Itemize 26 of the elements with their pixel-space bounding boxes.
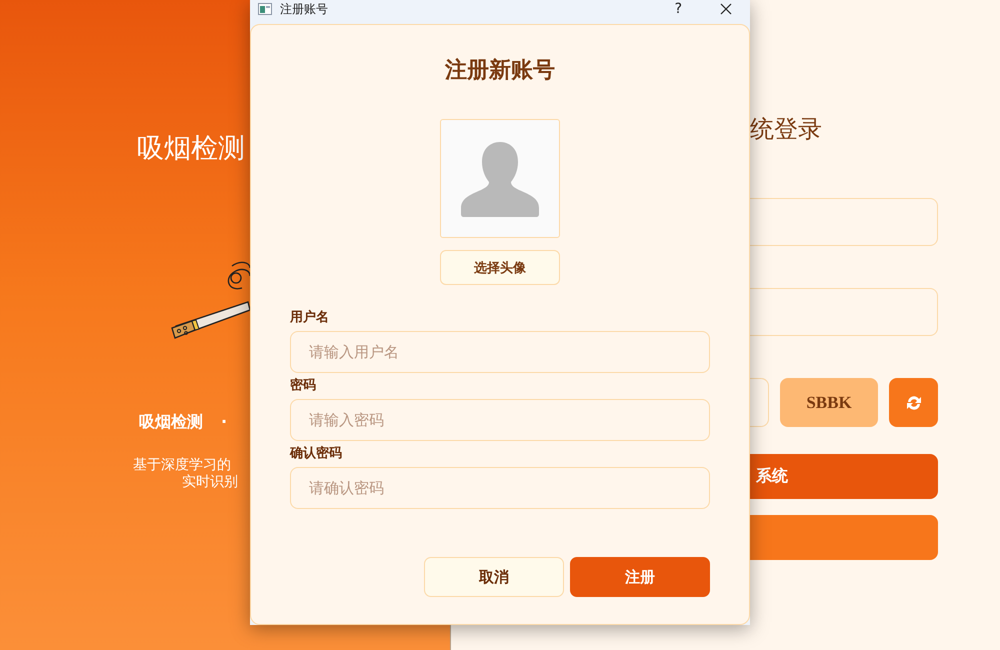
refresh-button[interactable] (889, 378, 938, 427)
input-field[interactable]: 请输入密码 (290, 399, 710, 441)
refresh-icon (904, 394, 922, 412)
register-button[interactable] (750, 515, 938, 560)
dialog-heading: 注册新账号 (445, 56, 555, 84)
register-button[interactable]: 注册 (570, 557, 710, 597)
app-icon (258, 3, 272, 15)
tagline-text: 吸烟检测 (139, 412, 203, 433)
choose-avatar-button[interactable]: 选择头像 (440, 250, 560, 285)
close-icon[interactable] (720, 3, 732, 15)
cancel-button[interactable]: 取消 (424, 557, 564, 597)
user-silhouette-icon (461, 140, 539, 218)
login-title: 统登录 (750, 116, 823, 145)
login-button[interactable]: 系统 (750, 454, 938, 499)
field-label: 密码 (290, 377, 317, 395)
description-text: 基于深度学习的 (133, 457, 232, 474)
input-field[interactable]: 请输入用户名 (290, 331, 710, 373)
field-label: 确认密码 (290, 445, 343, 463)
field-label: 用户名 (290, 309, 330, 327)
captcha-image: SBBK (780, 378, 878, 427)
dialog-title: 注册账号 (280, 0, 329, 18)
hero-title: 吸烟检测 (137, 132, 246, 165)
help-button[interactable]: ? (674, 1, 682, 17)
tagline-text: · (221, 412, 228, 433)
description-text: 实时识别 (182, 474, 239, 491)
input-field[interactable]: 请确认密码 (290, 467, 710, 509)
